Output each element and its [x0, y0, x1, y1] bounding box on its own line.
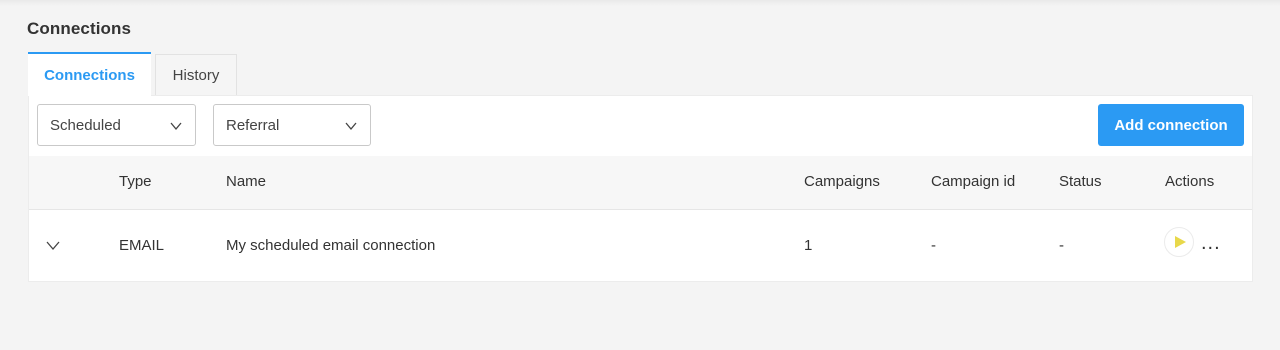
run-connection-button[interactable] [1164, 227, 1194, 257]
play-icon [1175, 236, 1186, 248]
column-header-status: Status [1059, 173, 1102, 190]
cell-name: My scheduled email connection [226, 237, 436, 254]
cell-status: - [1059, 237, 1064, 254]
column-header-type: Type [119, 173, 152, 190]
type-filter-dropdown[interactable]: Referral [213, 104, 371, 146]
page-title: Connections [27, 19, 132, 38]
tab-bar: Connections History [28, 52, 237, 96]
chevron-down-icon [345, 122, 357, 131]
table-row: EMAIL My scheduled email connection 1 - … [29, 210, 1252, 281]
column-header-campaign-id: Campaign id [931, 173, 1016, 190]
type-filter-value: Referral [226, 116, 280, 134]
status-filter-value: Scheduled [50, 116, 121, 134]
table-header: Type Name Campaigns Campaign id Status A… [29, 156, 1252, 210]
add-connection-button[interactable]: Add connection [1098, 104, 1244, 146]
more-actions-button[interactable]: ... [1201, 232, 1221, 255]
tab-history[interactable]: History [155, 54, 237, 95]
column-header-name: Name [226, 173, 267, 190]
connections-panel: Scheduled Referral Add connection Type N… [28, 95, 1253, 282]
chevron-down-icon[interactable] [46, 238, 60, 252]
chevron-down-icon [170, 122, 182, 131]
column-header-campaigns: Campaigns [804, 173, 880, 190]
status-filter-dropdown[interactable]: Scheduled [37, 104, 196, 146]
cell-campaign-id: - [931, 237, 936, 254]
cell-campaigns: 1 [804, 237, 813, 254]
cell-type: EMAIL [119, 237, 165, 254]
top-shadow [0, 0, 1280, 6]
tab-connections[interactable]: Connections [28, 52, 151, 96]
column-header-actions: Actions [1165, 173, 1215, 190]
